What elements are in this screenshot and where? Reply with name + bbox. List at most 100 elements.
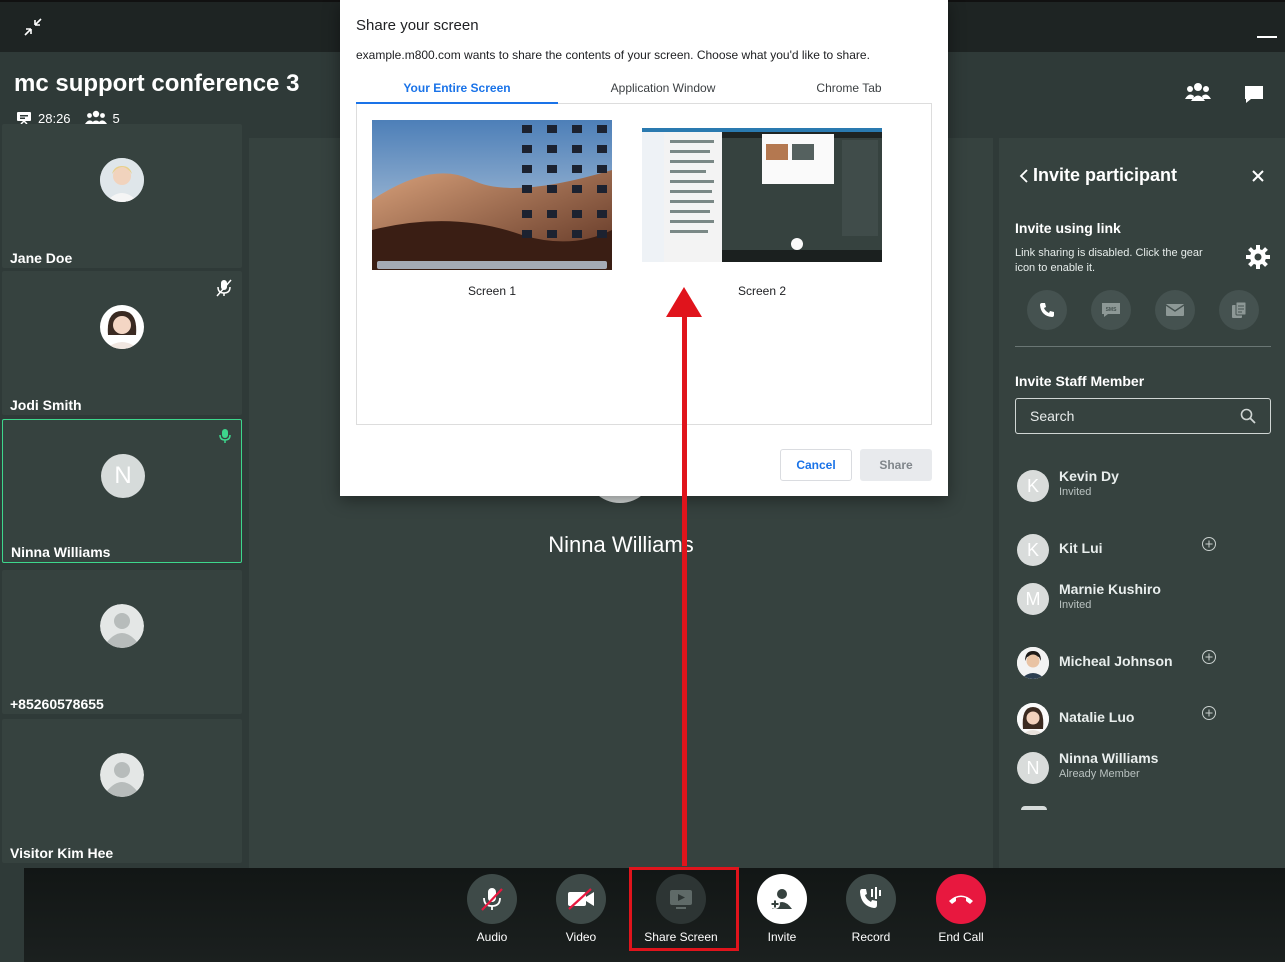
tab-chrome-tab[interactable]: Chrome Tab bbox=[748, 72, 950, 104]
mic-muted-icon bbox=[216, 279, 232, 302]
audio-button[interactable]: Audio bbox=[452, 874, 532, 944]
search-input[interactable] bbox=[1016, 399, 1236, 433]
staff-row[interactable]: Micheal Johnson bbox=[1017, 645, 1257, 685]
add-circle-icon[interactable] bbox=[1201, 536, 1217, 552]
phone-invite-button[interactable] bbox=[1027, 290, 1067, 330]
chevron-left-icon[interactable] bbox=[1019, 168, 1029, 189]
screen-1-thumbnail bbox=[372, 120, 612, 270]
end-call-label: End Call bbox=[938, 930, 984, 944]
gear-icon[interactable] bbox=[1245, 244, 1271, 275]
audio-label: Audio bbox=[476, 930, 508, 944]
staff-name: Ninna Williams bbox=[1059, 750, 1159, 766]
hang-up-icon bbox=[949, 895, 973, 904]
add-person-icon bbox=[770, 889, 792, 909]
dialog-description: example.m800.com wants to share the cont… bbox=[356, 48, 870, 62]
invite-label: Invite bbox=[767, 930, 797, 944]
staff-name: Natalie Luo bbox=[1059, 709, 1135, 725]
invite-button[interactable]: Invite bbox=[742, 874, 822, 944]
tab-entire-screen[interactable]: Your Entire Screen bbox=[356, 72, 558, 104]
panel-title: Invite participant bbox=[1033, 165, 1178, 185]
participant-tile[interactable]: Jane Doe bbox=[2, 124, 242, 268]
avatar bbox=[1017, 703, 1049, 735]
record-call-icon bbox=[860, 887, 881, 908]
avatar: M bbox=[1017, 583, 1049, 615]
invite-link-note: Link sharing is disabled. Click the gear… bbox=[1015, 247, 1203, 274]
share-screen-highlight bbox=[629, 867, 739, 951]
add-circle-icon[interactable] bbox=[1201, 649, 1217, 665]
dialog-tabs: Your Entire Screen Application Window Ch… bbox=[356, 72, 932, 104]
avatar bbox=[100, 305, 144, 349]
annotation-arrow-line bbox=[682, 310, 687, 866]
staff-status: Already Member bbox=[1059, 768, 1140, 780]
cancel-button[interactable]: Cancel bbox=[780, 449, 852, 481]
default-avatar-icon bbox=[100, 604, 144, 648]
email-invite-button[interactable] bbox=[1155, 290, 1195, 330]
staff-name: Kevin Dy bbox=[1059, 468, 1119, 484]
staff-name: Marnie Kushiro bbox=[1059, 581, 1161, 597]
participant-name: Ninna Williams bbox=[11, 544, 111, 560]
close-icon[interactable] bbox=[1251, 169, 1265, 188]
minimize-icon[interactable] bbox=[1257, 36, 1277, 38]
avatar: K bbox=[1017, 470, 1049, 502]
tab-application-window[interactable]: Application Window bbox=[562, 72, 764, 104]
screen-option-2[interactable]: Screen 2 bbox=[642, 120, 882, 298]
participant-name: Jodi Smith bbox=[10, 397, 82, 413]
staff-row[interactable]: K Kit Lui bbox=[1017, 532, 1257, 572]
avatar: N bbox=[101, 454, 145, 498]
record-label: Record bbox=[851, 930, 891, 944]
sms-icon: SMS bbox=[1102, 303, 1120, 317]
participant-tile[interactable]: Jodi Smith bbox=[2, 271, 242, 415]
participant-list: Jane Doe Jodi Smith N Ninna Williams +85… bbox=[0, 124, 248, 868]
screen-1-caption: Screen 1 bbox=[467, 284, 517, 298]
presentation-icon bbox=[17, 112, 31, 125]
avatar: N bbox=[1017, 752, 1049, 784]
staff-row[interactable]: K Kevin Dy Invited bbox=[1017, 468, 1257, 508]
collapse-icon[interactable] bbox=[22, 16, 44, 38]
screen-2-thumbnail bbox=[642, 120, 882, 270]
avatar bbox=[1017, 647, 1049, 679]
list-item-partial bbox=[1021, 806, 1047, 810]
email-icon bbox=[1165, 304, 1185, 316]
screen-option-1[interactable]: Screen 1 bbox=[372, 120, 612, 298]
chat-icon[interactable] bbox=[1243, 84, 1265, 109]
staff-search-field bbox=[1015, 398, 1271, 434]
participant-tile[interactable]: N Ninna Williams bbox=[2, 419, 242, 563]
video-label: Video bbox=[565, 930, 597, 944]
mic-active-icon bbox=[219, 428, 231, 449]
mic-muted-icon bbox=[481, 888, 503, 911]
svg-text:SMS: SMS bbox=[1106, 307, 1118, 313]
record-button[interactable]: Record bbox=[831, 874, 911, 944]
participant-name: +85260578655 bbox=[10, 696, 104, 712]
share-button[interactable]: Share bbox=[860, 449, 932, 481]
copy-link-button[interactable] bbox=[1219, 290, 1259, 330]
avatar bbox=[100, 158, 144, 202]
staff-row[interactable]: M Marnie Kushiro Invited bbox=[1017, 581, 1257, 621]
avatar: K bbox=[1017, 534, 1049, 566]
staff-name: Micheal Johnson bbox=[1059, 653, 1173, 669]
invite-link-heading: Invite using link bbox=[1015, 220, 1121, 236]
end-call-button[interactable]: End Call bbox=[921, 874, 1001, 944]
sms-invite-button[interactable]: SMS bbox=[1091, 290, 1131, 330]
staff-status: Invited bbox=[1059, 599, 1092, 611]
participant-tile[interactable]: Visitor Kim Hee bbox=[2, 719, 242, 863]
default-avatar-icon bbox=[100, 753, 144, 797]
copy-icon bbox=[1232, 301, 1247, 318]
people-icon[interactable] bbox=[1185, 82, 1211, 107]
staff-status: Invited bbox=[1059, 486, 1092, 498]
staff-heading: Invite Staff Member bbox=[1015, 373, 1145, 389]
video-button[interactable]: Video bbox=[541, 874, 621, 944]
staff-row[interactable]: N Ninna Williams Already Member bbox=[1017, 750, 1257, 790]
divider bbox=[1015, 346, 1271, 347]
phone-icon bbox=[1040, 303, 1054, 317]
invite-panel: Invite participant Invite using link Lin… bbox=[999, 138, 1285, 868]
annotation-arrow-head bbox=[666, 287, 702, 317]
participant-tile[interactable]: +85260578655 bbox=[2, 570, 242, 714]
search-icon[interactable] bbox=[1240, 408, 1256, 424]
share-screen-dialog: Share your screen example.m800.com wants… bbox=[340, 0, 948, 496]
screen-picker: Screen 1 Screen 2 bbox=[356, 104, 932, 425]
add-circle-icon[interactable] bbox=[1201, 705, 1217, 721]
staff-name: Kit Lui bbox=[1059, 540, 1103, 556]
staff-row[interactable]: Natalie Luo bbox=[1017, 701, 1257, 741]
participant-name: Visitor Kim Hee bbox=[10, 845, 114, 861]
main-speaker-name: Ninna Williams bbox=[548, 532, 694, 557]
